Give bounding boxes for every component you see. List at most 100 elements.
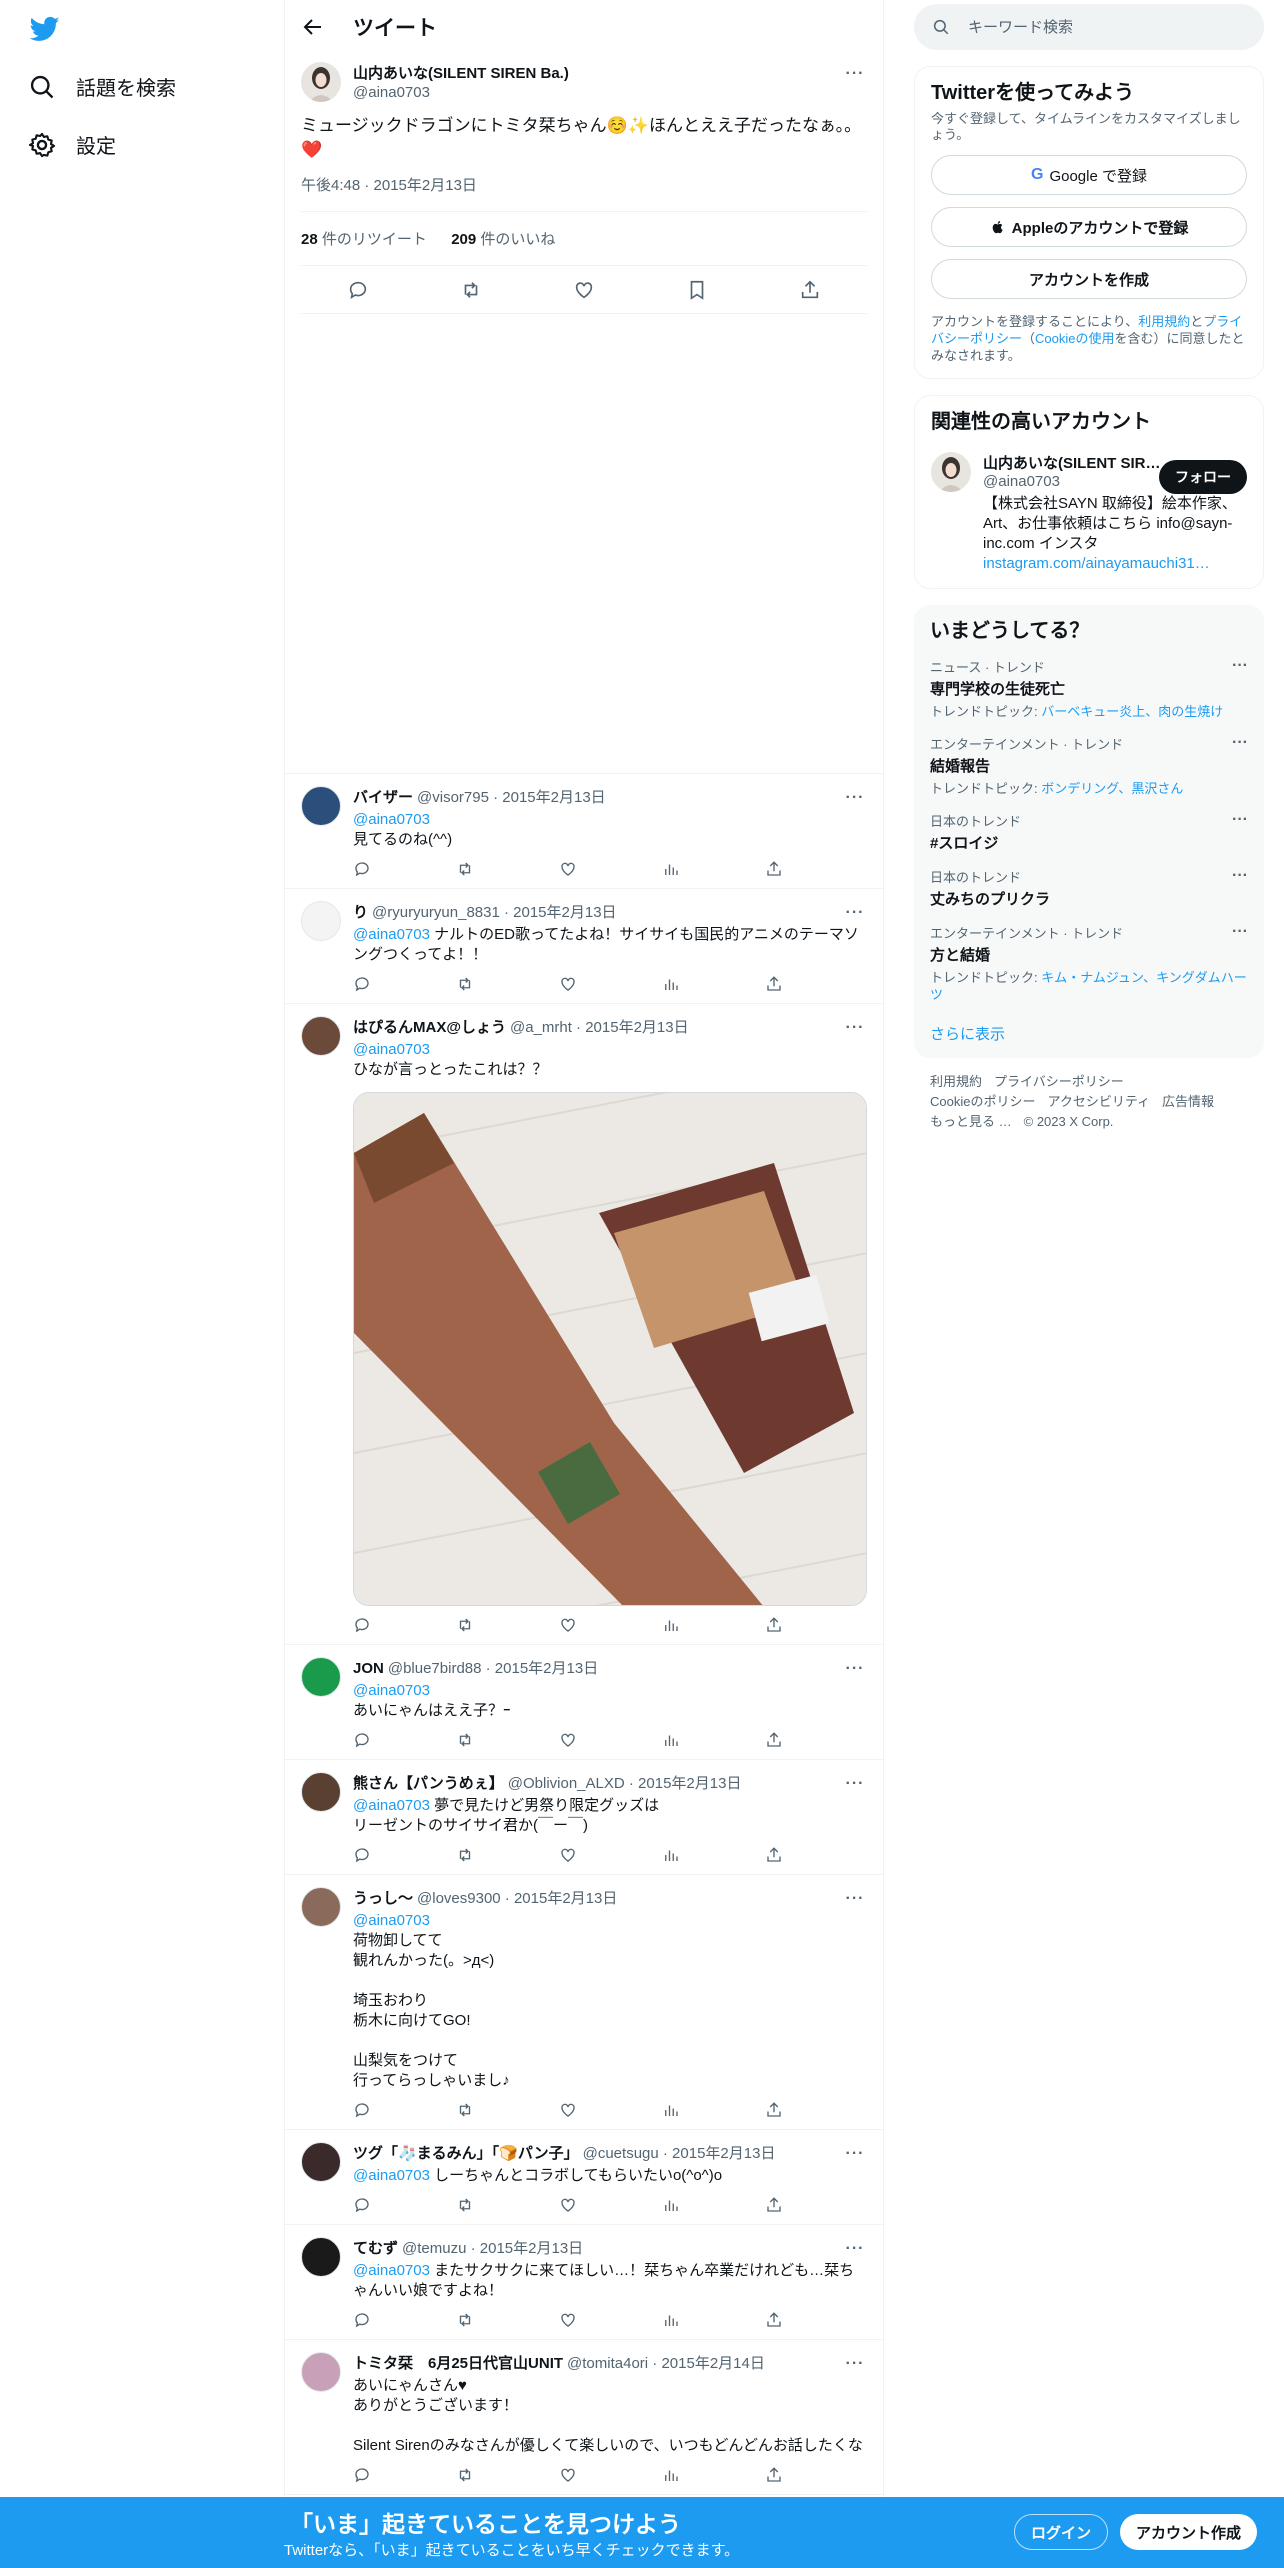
search-bar[interactable]: [914, 4, 1264, 50]
share-icon[interactable]: [765, 1846, 783, 1864]
reply-meta[interactable]: @cuetsugu · 2015年2月13日: [583, 2144, 843, 2164]
like-icon[interactable]: [559, 2311, 577, 2329]
retweet-icon[interactable]: [456, 2466, 474, 2484]
reply-meta[interactable]: @loves9300 · 2015年2月13日: [417, 1889, 843, 1909]
reply-author-name[interactable]: トミタ栞 6月25日代官山UNIT: [353, 2354, 563, 2374]
views-icon[interactable]: [662, 975, 680, 993]
reply-author-name[interactable]: JON: [353, 1659, 384, 1679]
share-icon[interactable]: [765, 2196, 783, 2214]
more-icon[interactable]: ···: [843, 62, 867, 86]
reply-meta[interactable]: @tomita4ori · 2015年2月14日: [567, 2354, 843, 2374]
like-count[interactable]: 209: [451, 231, 476, 248]
avatar[interactable]: [301, 62, 341, 102]
reply-icon[interactable]: [353, 1616, 371, 1634]
share-icon[interactable]: [765, 1616, 783, 1634]
reply-tweet[interactable]: バイザー @visor795 · 2015年2月13日 ··· @aina070…: [285, 774, 883, 889]
apple-signup-button[interactable]: Appleのアカウントで登録: [931, 207, 1247, 247]
tweet-timestamp[interactable]: 午後4:48 · 2015年2月13日: [301, 174, 867, 212]
cookie-link[interactable]: Cookieの使用: [1035, 331, 1114, 346]
twitter-bird-icon[interactable]: [28, 14, 62, 44]
more-icon[interactable]: ···: [843, 2352, 867, 2376]
avatar[interactable]: [301, 901, 341, 941]
related-name[interactable]: 山内あいな(SILENT SIREN Ba.): [983, 452, 1163, 473]
bookmark-icon[interactable]: [686, 279, 708, 301]
more-icon[interactable]: ···: [1232, 867, 1248, 885]
nav-settings[interactable]: 設定: [28, 130, 116, 159]
search-input[interactable]: [968, 18, 1218, 36]
footer-terms[interactable]: 利用規約: [930, 1074, 982, 1089]
more-icon[interactable]: ···: [843, 1016, 867, 1040]
reply-meta[interactable]: @temuzu · 2015年2月13日: [402, 2239, 843, 2259]
avatar[interactable]: [301, 1887, 341, 1927]
more-icon[interactable]: ···: [843, 1657, 867, 1681]
retweet-icon[interactable]: [456, 860, 474, 878]
more-icon[interactable]: ···: [1232, 811, 1248, 829]
more-icon[interactable]: ···: [843, 1772, 867, 1796]
like-icon[interactable]: [559, 1846, 577, 1864]
reply-meta[interactable]: @ryuryuryun_8831 · 2015年2月13日: [372, 903, 843, 923]
author-handle[interactable]: @aina0703: [353, 84, 843, 102]
share-icon[interactable]: [765, 975, 783, 993]
reply-photo[interactable]: [353, 1092, 867, 1606]
footer-ads[interactable]: 広告情報: [1162, 1094, 1214, 1109]
reply-icon[interactable]: [353, 2466, 371, 2484]
more-icon[interactable]: ···: [1232, 734, 1248, 752]
views-icon[interactable]: [662, 2311, 680, 2329]
avatar[interactable]: [301, 786, 341, 826]
share-icon[interactable]: [765, 1731, 783, 1749]
reply-mention[interactable]: @aina0703: [353, 926, 430, 943]
footer-more[interactable]: もっと見る …: [930, 1114, 1012, 1129]
views-icon[interactable]: [662, 860, 680, 878]
more-icon[interactable]: ···: [843, 786, 867, 810]
avatar[interactable]: [301, 1772, 341, 1812]
reply-meta[interactable]: @a_mrht · 2015年2月13日: [510, 1018, 843, 1038]
reply-icon[interactable]: [347, 279, 369, 301]
retweet-icon[interactable]: [460, 279, 482, 301]
avatar[interactable]: [301, 2237, 341, 2277]
avatar[interactable]: [301, 1016, 341, 1056]
reply-tweet[interactable]: ツグ「🧦まるみん」「🍞パン子」 @cuetsugu · 2015年2月13日 ·…: [285, 2130, 883, 2225]
reply-icon[interactable]: [353, 2196, 371, 2214]
views-icon[interactable]: [662, 2196, 680, 2214]
reply-author-name[interactable]: バイザー: [353, 788, 413, 808]
share-icon[interactable]: [765, 860, 783, 878]
reply-meta[interactable]: @Oblivion_ALXD · 2015年2月13日: [508, 1774, 843, 1794]
reply-icon[interactable]: [353, 1731, 371, 1749]
reply-author-name[interactable]: うっし～: [353, 1889, 413, 1909]
reply-mention[interactable]: @aina0703: [353, 1912, 430, 1929]
more-icon[interactable]: ···: [1232, 657, 1248, 675]
more-icon[interactable]: ···: [843, 1887, 867, 1911]
reply-author-name[interactable]: ツグ「🧦まるみん」「🍞パン子」: [353, 2144, 579, 2164]
author-name[interactable]: 山内あいな(SILENT SIREN Ba.): [353, 64, 843, 84]
reply-meta[interactable]: @blue7bird88 · 2015年2月13日: [388, 1659, 843, 1679]
share-icon[interactable]: [799, 279, 821, 301]
reply-author-name[interactable]: はぴるんMAX@しょう: [353, 1018, 506, 1038]
reply-author-name[interactable]: 熊さん【パンうめぇ】: [353, 1774, 504, 1794]
views-icon[interactable]: [662, 1846, 680, 1864]
reply-meta[interactable]: @visor795 · 2015年2月13日: [417, 788, 843, 808]
avatar[interactable]: [301, 2142, 341, 2182]
reply-mention[interactable]: @aina0703: [353, 1041, 430, 1058]
avatar[interactable]: [301, 2352, 341, 2392]
reply-tweet[interactable]: はぴるんMAX@しょう @a_mrht · 2015年2月13日 ··· @ai…: [285, 1004, 883, 1645]
more-icon[interactable]: ···: [843, 2237, 867, 2261]
reply-author-name[interactable]: り: [353, 903, 368, 923]
reply-mention[interactable]: @aina0703: [353, 1682, 430, 1699]
signup-button[interactable]: アカウント作成: [1120, 2514, 1258, 2550]
retweet-icon[interactable]: [456, 1731, 474, 1749]
terms-link[interactable]: 利用規約: [1138, 314, 1190, 329]
trend-item[interactable]: 日本のトレンド 丈みちのプリクラ ···: [930, 867, 1248, 909]
retweet-count[interactable]: 28: [301, 231, 318, 248]
reply-mention[interactable]: @aina0703: [353, 1797, 430, 1814]
back-arrow-icon[interactable]: [301, 15, 325, 39]
share-icon[interactable]: [765, 2311, 783, 2329]
trend-item[interactable]: 日本のトレンド #スロイジ ···: [930, 811, 1248, 853]
related-bio-link[interactable]: instagram.com/ainayamauchi31…: [983, 555, 1210, 572]
more-icon[interactable]: ···: [843, 901, 867, 925]
related-account[interactable]: 山内あいな(SILENT SIREN Ba.) @aina0703 【株式会社S…: [931, 452, 1247, 574]
share-icon[interactable]: [765, 2466, 783, 2484]
reply-tweet[interactable]: JON @blue7bird88 · 2015年2月13日 ··· @aina0…: [285, 1645, 883, 1760]
create-account-button[interactable]: アカウントを作成: [931, 259, 1247, 299]
google-signup-button[interactable]: G Google で登録: [931, 155, 1247, 195]
retweet-icon[interactable]: [456, 1616, 474, 1634]
